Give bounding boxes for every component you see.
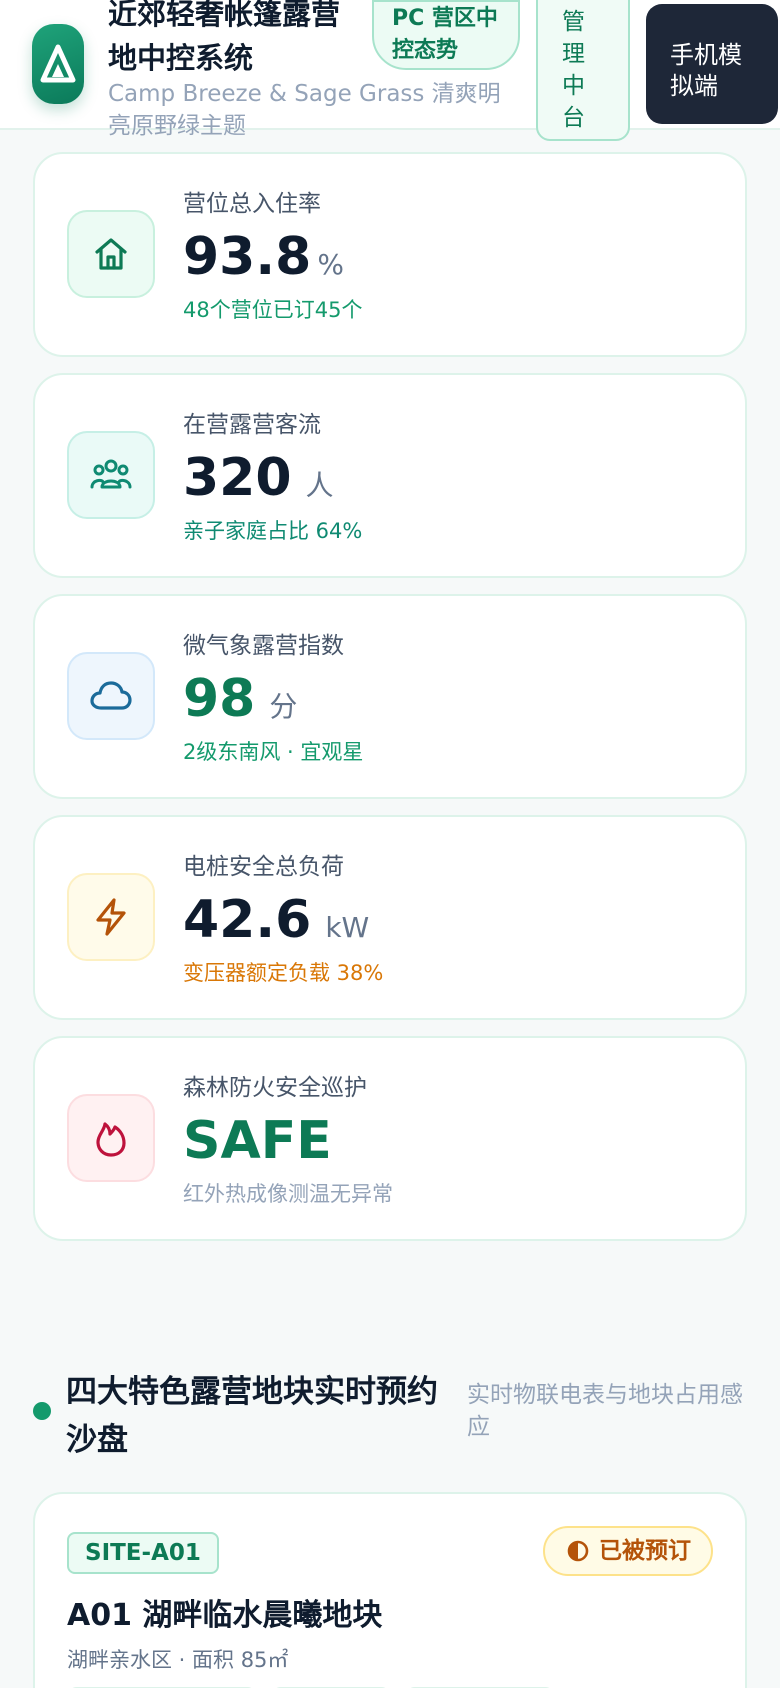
section-description: 实时物联电表与地块占用感应 bbox=[467, 1382, 743, 1440]
admin-console-badge[interactable]: 管理中台 bbox=[536, 0, 630, 141]
stat-value: SAFE bbox=[183, 1111, 332, 1171]
stat-card-fire-safety: 森林防火安全巡护 SAFE 红外热成像测温无异常 bbox=[33, 1036, 747, 1241]
section-marker-dot bbox=[33, 1402, 51, 1420]
stat-label: 在营露营客流 bbox=[183, 412, 321, 438]
app-subtitle: Camp Breeze & Sage Grass 清爽明亮原野绿主题 bbox=[108, 81, 501, 139]
stat-value-row: 42.6 kW bbox=[183, 889, 369, 951]
stat-unit: 分 bbox=[269, 690, 298, 723]
stat-label: 营位总入住率 bbox=[183, 191, 321, 217]
home-icon bbox=[67, 210, 155, 298]
app-header: 近郊轻奢帐篷露营地中控系统 Camp Breeze & Sage Grass 清… bbox=[0, 0, 780, 141]
site-status-badge: 已被预订 bbox=[543, 1526, 713, 1576]
stat-card-occupancy: 营位总入住率 93.8 % 48个营位已订45个 bbox=[33, 152, 747, 357]
stat-value-row: 98 分 bbox=[183, 668, 297, 730]
stat-subtext: 红外热成像测温无异常 bbox=[183, 1182, 393, 1206]
stat-label: 电桩安全总负荷 bbox=[183, 854, 344, 880]
stat-card-visitors: 在营露营客流 320 人 亲子家庭占比 64% bbox=[33, 373, 747, 578]
bolt-icon bbox=[67, 873, 155, 961]
stat-value: 42.6 bbox=[183, 890, 312, 950]
site-code-badge: SITE-A01 bbox=[67, 1532, 219, 1574]
mobile-simulator-label: 手机模拟端 bbox=[670, 41, 742, 100]
stat-value-row: 93.8 % bbox=[183, 226, 344, 288]
stat-label: 森林防火安全巡护 bbox=[183, 1075, 367, 1101]
site-card[interactable]: SITE-A01 已被预订 A01 湖畔临水晨曦地块 湖畔亲水区 · 面积 85… bbox=[33, 1492, 747, 1688]
stat-subtext: 亲子家庭占比 64% bbox=[183, 519, 363, 543]
stat-value: 98 bbox=[183, 669, 256, 729]
pc-dashboard-badge[interactable]: PC 营区中控态势 bbox=[372, 0, 520, 70]
site-meta: 湖畔亲水区 · 面积 85㎡ bbox=[67, 1648, 289, 1672]
section-title: 四大特色露营地块实时预约沙盘 bbox=[66, 1374, 438, 1458]
stat-subtext: 变压器额定负载 38% bbox=[183, 961, 384, 985]
people-icon bbox=[67, 431, 155, 519]
site-status-label: 已被预订 bbox=[599, 1538, 691, 1564]
stat-value: 320 bbox=[183, 448, 292, 508]
stat-subtext: 2级东南风 · 宜观星 bbox=[183, 740, 364, 764]
pc-dashboard-badge-label: PC 营区中控态势 bbox=[392, 6, 498, 63]
tent-logo-icon bbox=[40, 44, 76, 83]
flame-icon bbox=[67, 1094, 155, 1182]
stat-value-row: 320 人 bbox=[183, 447, 334, 509]
stat-card-weather: 微气象露营指数 98 分 2级东南风 · 宜观星 bbox=[33, 594, 747, 799]
stat-unit: % bbox=[317, 248, 344, 281]
app-title: 近郊轻奢帐篷露营地中控系统 bbox=[108, 0, 341, 75]
stat-label: 微气象露营指数 bbox=[183, 633, 344, 659]
mobile-simulator-button[interactable]: 手机模拟端 bbox=[646, 4, 778, 124]
stat-unit: kW bbox=[325, 911, 370, 944]
half-circle-icon bbox=[567, 1540, 589, 1562]
stat-value: 93.8 bbox=[183, 227, 312, 287]
stat-value-row: SAFE bbox=[183, 1110, 332, 1172]
admin-console-badge-label: 管理中台 bbox=[562, 8, 585, 131]
cloud-icon bbox=[67, 652, 155, 740]
stat-subtext: 48个营位已订45个 bbox=[183, 298, 363, 322]
site-name: A01 湖畔临水晨曦地块 bbox=[67, 1598, 383, 1633]
stat-unit: 人 bbox=[305, 469, 334, 502]
app-logo bbox=[32, 24, 84, 104]
stat-card-power: 电桩安全总负荷 42.6 kW 变压器额定负载 38% bbox=[33, 815, 747, 1020]
